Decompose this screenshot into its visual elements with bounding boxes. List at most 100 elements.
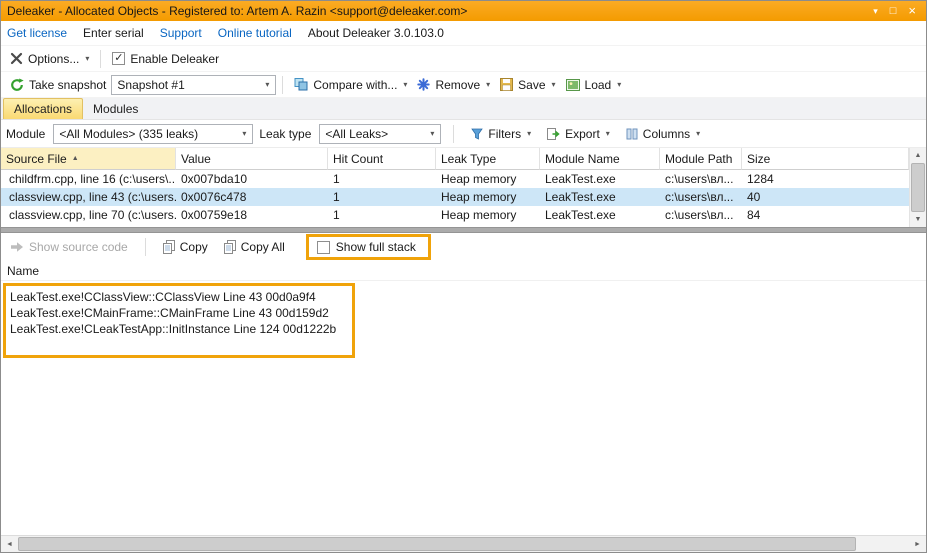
cell-leak-type: Heap memory xyxy=(441,208,517,222)
table-row[interactable]: classview.cpp, line 70 (c:\users... 0x00… xyxy=(1,206,909,224)
show-full-stack-checkbox[interactable] xyxy=(316,240,330,254)
cell-module-path: c:\users\вл... xyxy=(665,172,734,186)
scroll-down-icon[interactable]: ▼ xyxy=(910,212,926,227)
take-snapshot-button[interactable]: Take snapshot xyxy=(5,76,111,94)
export-icon xyxy=(547,127,560,140)
stack-name-column-header[interactable]: Name xyxy=(1,261,926,281)
columns-label: Columns xyxy=(642,126,691,141)
chevron-down-icon: ▾ xyxy=(696,129,701,138)
columns-icon xyxy=(626,128,638,140)
table-row[interactable]: childfrm.cpp, line 16 (c:\users\... 0x00… xyxy=(1,170,909,188)
compare-with-label: Compare with... xyxy=(313,77,398,92)
column-header-hit-count[interactable]: Hit Count xyxy=(328,148,436,170)
cell-size: 1284 xyxy=(747,172,774,186)
copy-all-icon xyxy=(223,240,236,254)
chevron-down-icon[interactable]: ▾ xyxy=(424,125,440,143)
get-license-link[interactable]: Get license xyxy=(7,26,67,40)
cell-hit-count: 1 xyxy=(333,208,340,222)
take-snapshot-label: Take snapshot xyxy=(29,77,107,92)
stack-toolbar: Show source code Copy Copy All Show full… xyxy=(1,233,926,261)
export-button[interactable]: Export ▾ xyxy=(542,125,615,143)
table-row-selected[interactable]: classview.cpp, line 43 (c:\users... 0x00… xyxy=(1,188,909,206)
enable-deleaker-toggle[interactable]: ✓ Enable Deleaker xyxy=(107,50,224,68)
cell-source-file: classview.cpp, line 70 (c:\users... xyxy=(9,208,176,222)
vertical-scrollbar-thumb[interactable] xyxy=(911,163,925,212)
scroll-up-icon[interactable]: ▲ xyxy=(910,148,926,163)
chevron-down-icon: ▾ xyxy=(486,80,491,89)
toolbar-separator xyxy=(282,75,284,94)
load-button[interactable]: Load ▾ xyxy=(561,76,627,94)
window-menu-icon[interactable]: ▾ xyxy=(873,1,878,21)
compare-with-button[interactable]: Compare with... ▾ xyxy=(289,76,412,94)
leak-type-combobox[interactable]: <All Leaks> ▾ xyxy=(319,123,442,144)
stack-frame[interactable]: LeakTest.exe!CMainFrame::CMainFrame Line… xyxy=(10,305,336,321)
column-header-module-name[interactable]: Module Name xyxy=(540,148,660,170)
copy-all-button[interactable]: Copy All xyxy=(219,238,290,256)
horizontal-scrollbar-thumb[interactable] xyxy=(18,537,856,551)
options-toolbar: Options... ▾ ✓ Enable Deleaker xyxy=(1,46,926,72)
support-link[interactable]: Support xyxy=(160,26,202,40)
online-tutorial-link[interactable]: Online tutorial xyxy=(218,26,292,40)
load-icon xyxy=(565,78,580,91)
maximize-icon[interactable]: □ xyxy=(890,1,897,21)
filter-funnel-icon xyxy=(471,128,484,140)
cell-source-file: classview.cpp, line 43 (c:\users... xyxy=(9,190,176,204)
about-link[interactable]: About Deleaker 3.0.103.0 xyxy=(308,26,444,40)
column-header-size[interactable]: Size xyxy=(742,148,909,170)
allocations-grid: Source File ▲ Value Hit Count Leak Type … xyxy=(1,147,926,227)
annotation-highlight-show-full-stack: Show full stack xyxy=(305,234,431,260)
snapshot-combobox[interactable]: Snapshot #1 ▾ xyxy=(111,74,277,95)
allocations-grid-main: Source File ▲ Value Hit Count Leak Type … xyxy=(1,148,909,227)
tab-bar: Allocations Modules xyxy=(1,98,926,120)
horizontal-scrollbar[interactable]: ◄ ► xyxy=(1,535,926,552)
cell-module-path: c:\users\вл... xyxy=(665,190,734,204)
stack-frame[interactable]: LeakTest.exe!CLeakTestApp::InitInstance … xyxy=(10,321,336,337)
column-header-module-path[interactable]: Module Path xyxy=(660,148,742,170)
chevron-down-icon: ▾ xyxy=(85,54,90,63)
compare-icon xyxy=(294,78,308,91)
columns-button[interactable]: Columns ▾ xyxy=(621,125,705,143)
grid-header-row: Source File ▲ Value Hit Count Leak Type … xyxy=(1,148,909,170)
copy-button[interactable]: Copy xyxy=(158,238,213,256)
enable-deleaker-checkbox[interactable]: ✓ xyxy=(112,52,126,65)
enter-serial-link[interactable]: Enter serial xyxy=(83,26,144,40)
column-header-label: Source File xyxy=(6,151,67,166)
module-filter-label: Module xyxy=(6,126,46,141)
cell-module-path: c:\users\вл... xyxy=(665,208,734,222)
sort-ascending-icon: ▲ xyxy=(71,155,79,162)
stack-frame[interactable]: LeakTest.exe!CClassView::CClassView Line… xyxy=(10,289,336,305)
module-filter-combobox[interactable]: <All Modules> (335 leaks) ▾ xyxy=(53,123,254,144)
save-button[interactable]: Save ▾ xyxy=(495,76,560,94)
snapshot-combobox-value: Snapshot #1 xyxy=(117,77,185,92)
scroll-left-icon[interactable]: ◄ xyxy=(1,536,18,552)
chevron-down-icon[interactable]: ▾ xyxy=(236,125,252,143)
cell-module-name: LeakTest.exe xyxy=(545,208,616,222)
chevron-down-icon[interactable]: ▾ xyxy=(259,76,275,94)
save-icon xyxy=(500,78,514,91)
title-bar: Deleaker - Allocated Objects - Registere… xyxy=(1,1,926,21)
scroll-right-icon[interactable]: ► xyxy=(909,536,926,552)
filters-button[interactable]: Filters ▾ xyxy=(466,125,536,143)
tab-modules[interactable]: Modules xyxy=(83,99,148,119)
call-stack-panel: LeakTest.exe!CClassView::CClassView Line… xyxy=(1,281,926,535)
cell-hit-count: 1 xyxy=(333,190,340,204)
chevron-down-icon: ▾ xyxy=(617,80,622,89)
tab-allocations[interactable]: Allocations xyxy=(3,98,84,119)
options-button[interactable]: Options... ▾ xyxy=(5,50,94,68)
window-title: Deleaker - Allocated Objects - Registere… xyxy=(7,4,468,18)
column-header-source-file[interactable]: Source File ▲ xyxy=(1,148,176,170)
load-label: Load xyxy=(584,77,612,92)
remove-button[interactable]: Remove ▾ xyxy=(412,76,495,94)
show-full-stack-toggle[interactable]: Show full stack xyxy=(316,240,416,254)
close-icon[interactable]: × xyxy=(908,1,916,21)
vertical-scrollbar[interactable]: ▲ ▼ xyxy=(909,148,926,227)
snapshot-toolbar: Take snapshot Snapshot #1 ▾ Compare with… xyxy=(1,72,926,98)
column-header-value[interactable]: Value xyxy=(176,148,328,170)
horizontal-scrollbar-track[interactable] xyxy=(856,536,909,552)
toolbar-separator xyxy=(453,124,455,143)
take-snapshot-icon xyxy=(10,77,24,92)
column-header-leak-type[interactable]: Leak Type xyxy=(436,148,540,170)
enable-deleaker-label: Enable Deleaker xyxy=(130,51,220,66)
cell-size: 40 xyxy=(747,190,761,204)
show-source-code-button[interactable]: Show source code xyxy=(5,238,133,256)
